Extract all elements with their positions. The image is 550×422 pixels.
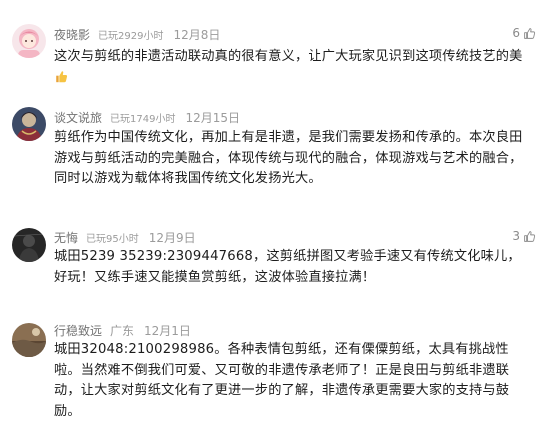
- thumbs-up-icon: [523, 27, 536, 40]
- like-button[interactable]: 3: [512, 229, 536, 243]
- thumbs-up-icon: [523, 230, 536, 243]
- playtime-badge: 已玩2929小时: [98, 30, 164, 42]
- username[interactable]: 行稳致远: [54, 322, 102, 339]
- avatar[interactable]: [12, 323, 46, 357]
- comment-text: 城田32048:2100298986。各种表情包剪纸，还有傈僳剪纸，太具有挑战性…: [54, 342, 510, 419]
- comment-date: 12月15日: [185, 110, 241, 125]
- like-count: 6: [512, 26, 520, 40]
- playtime-badge: 已玩95小时: [86, 233, 139, 245]
- like-count: 3: [512, 229, 520, 243]
- avatar[interactable]: [12, 24, 46, 58]
- playtime-badge: 已玩1749小时: [110, 113, 176, 125]
- comment-text: 剪纸作为中国传统文化，再加上有是非遗，是我们需要发扬和传承的。本次良田游戏与剪纸…: [54, 130, 523, 186]
- thumbs-up-emoji-icon: [55, 70, 68, 83]
- comment-item: 无悔 已玩95小时 12月9日 3 城田5239 35239:230944766…: [0, 227, 550, 297]
- comment-date: 12月9日: [148, 230, 196, 245]
- username[interactable]: 无悔: [54, 229, 78, 246]
- comment-text: 这次与剪纸的非遗活动联动真的很有意义，让广大玩家见识到这项传统技艺的美: [54, 47, 534, 88]
- avatar[interactable]: [12, 107, 46, 141]
- like-button[interactable]: 6: [512, 26, 536, 40]
- comment-meta: 谈文说旅 已玩1749小时 12月15日: [54, 109, 240, 125]
- username[interactable]: 谈文说旅: [54, 109, 102, 126]
- comment-text: 城田5239 35239:2309447668，这剪纸拼图又考验手速又有传统文化…: [54, 249, 521, 285]
- username[interactable]: 夜晓影: [54, 26, 90, 43]
- comment-meta: 行稳致远 广东 12月1日: [54, 322, 191, 338]
- comment-meta: 夜晓影 已玩2929小时 12月8日: [54, 26, 220, 42]
- comment-item: 行稳致远 广东 12月1日 城田32048:2100298986。各种表情包剪纸…: [0, 320, 550, 419]
- avatar[interactable]: [12, 228, 46, 262]
- comment-item: 谈文说旅 已玩1749小时 12月15日 剪纸作为中国传统文化，再加上有是非遗，…: [0, 107, 550, 197]
- location-badge: 广东: [110, 323, 135, 338]
- comment-meta: 无悔 已玩95小时 12月9日: [54, 229, 196, 245]
- comment-date: 12月1日: [144, 323, 191, 338]
- comment-item: 夜晓影 已玩2929小时 12月8日 6 这次与剪纸的非遗活动联动真的很有意义，…: [0, 24, 550, 82]
- comment-date: 12月8日: [173, 27, 221, 42]
